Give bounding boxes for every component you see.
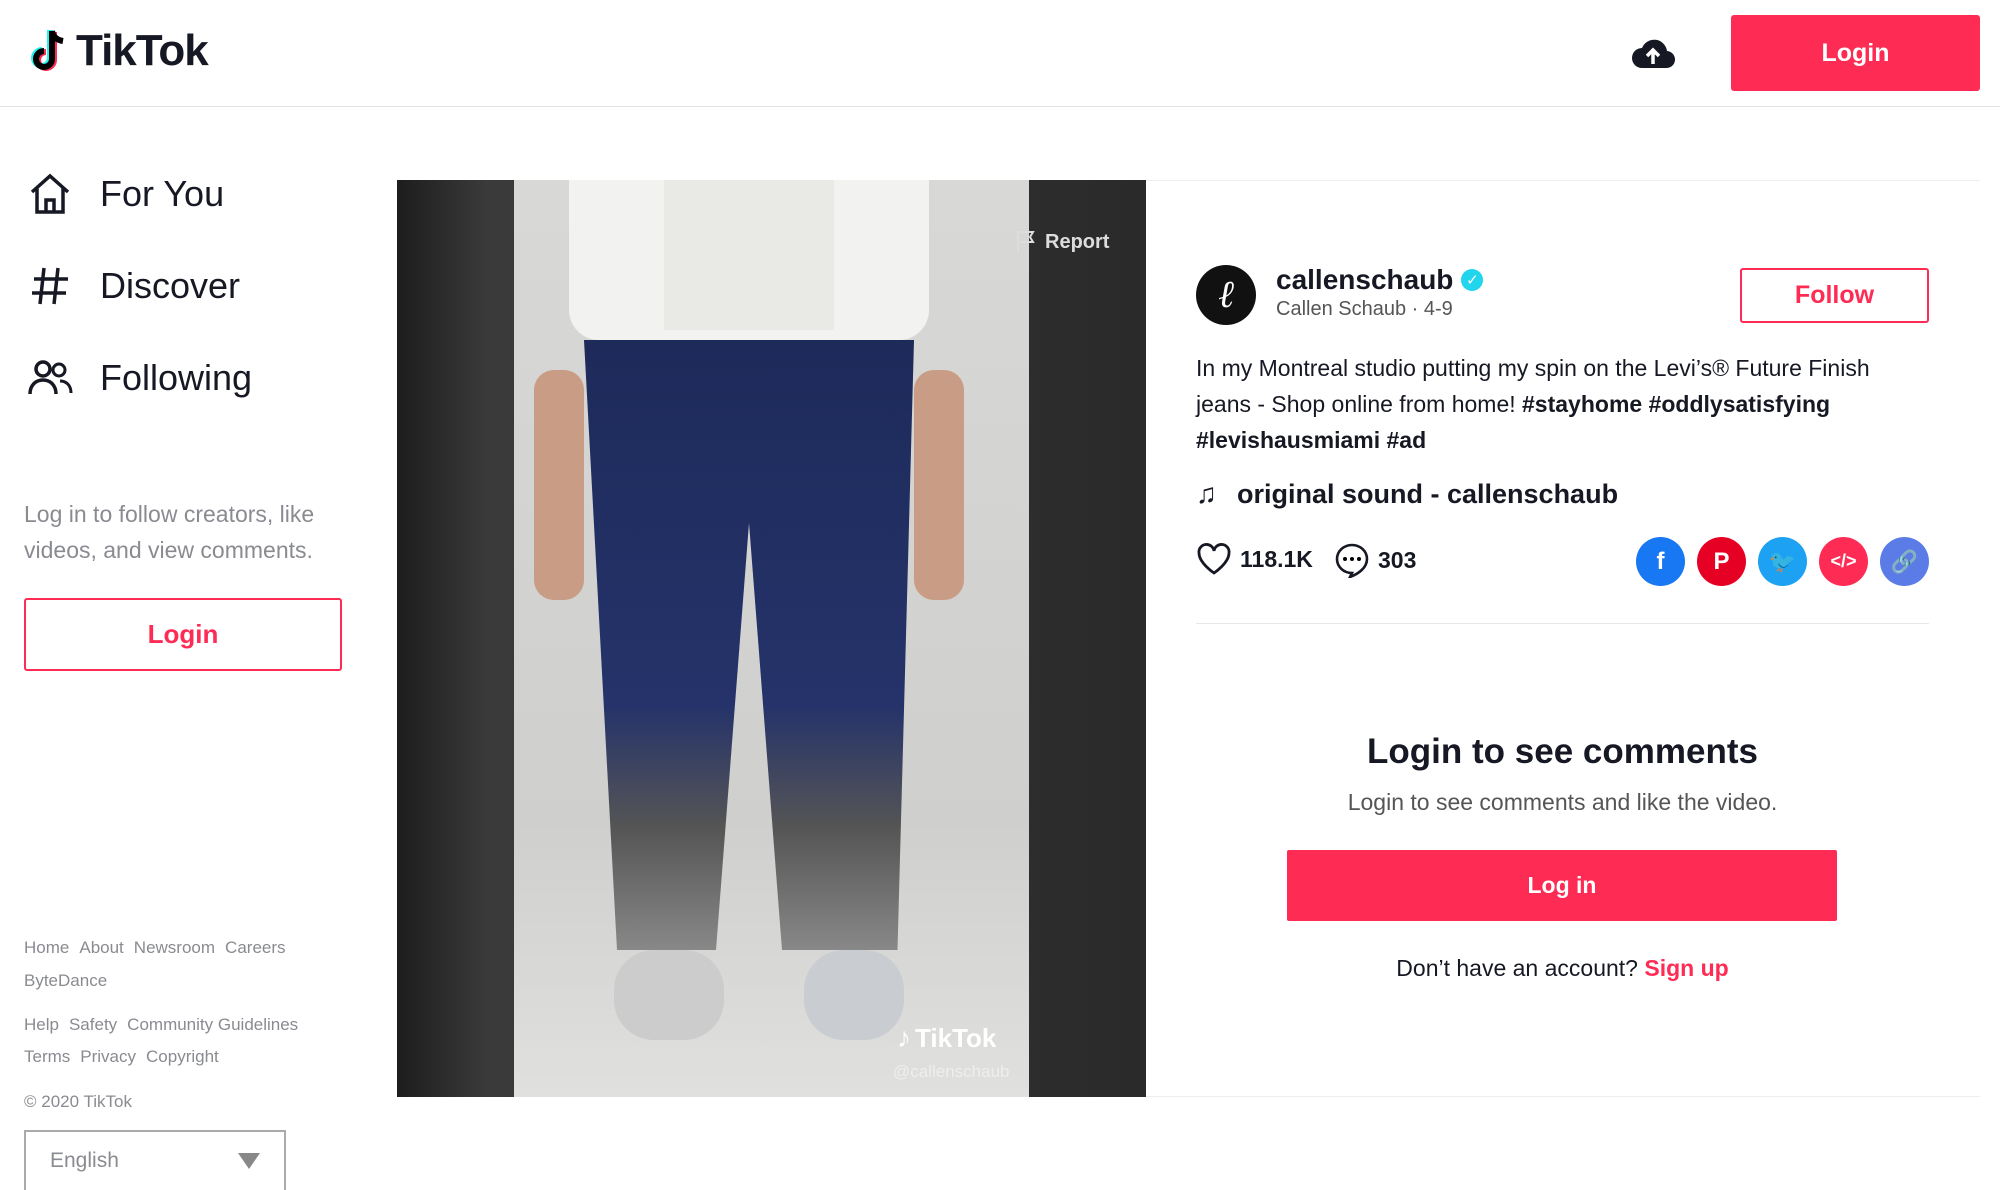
video-player[interactable]: Report ♪ TikTok @callenschaub [397, 180, 1146, 1097]
comment-button[interactable]: 303 [1334, 542, 1416, 578]
footer-link-terms[interactable]: Terms [24, 1047, 70, 1067]
login-prompt: Log in to follow creators, like videos, … [24, 501, 315, 563]
sound-row[interactable]: ♫ original sound - callenschaub [1196, 478, 1618, 510]
divider [1196, 623, 1929, 624]
report-label: Report [1045, 230, 1110, 253]
cloud-upload-icon[interactable] [1630, 34, 1676, 74]
signup-row: Don’t have an account? Sign up [1196, 955, 1929, 982]
nav-label: Following [100, 357, 253, 398]
left-shoe [614, 950, 724, 1040]
footer-link-privacy[interactable]: Privacy [80, 1047, 136, 1067]
right-arm [914, 370, 964, 600]
post-description: In my Montreal studio putting my spin on… [1196, 350, 1916, 458]
nav-label: Discover [100, 265, 241, 306]
tiktok-logo[interactable]: TikTok [30, 26, 209, 76]
header-login-button[interactable]: Login [1731, 15, 1980, 91]
footer-link-about[interactable]: About [79, 938, 123, 958]
footer-link-copyright[interactable]: Copyright [146, 1047, 219, 1067]
music-note-icon: ♫ [1196, 478, 1217, 509]
chevron-down-icon [238, 1153, 260, 1169]
twitter-icon[interactable]: 🐦 [1758, 537, 1807, 586]
tiktok-note-icon [31, 30, 64, 71]
comments-title: Login to see comments [1367, 732, 1758, 771]
verified-icon: ✓ [1461, 269, 1484, 291]
heart-icon [1197, 543, 1231, 575]
footer-row-3: Help Safety Community Guidelines [24, 1015, 298, 1035]
footer-row-4: Terms Privacy Copyright [24, 1047, 219, 1067]
left-arm [534, 370, 584, 600]
tiktok-note-icon: ♪ [897, 1022, 911, 1053]
footer-link-newsroom[interactable]: Newsroom [134, 938, 215, 958]
embed-icon[interactable]: </> [1819, 537, 1868, 586]
shirt [664, 180, 834, 330]
follow-button[interactable]: Follow [1740, 268, 1929, 323]
copyright: © 2020 TikTok [24, 1092, 132, 1111]
like-count: 118.1K [1240, 545, 1313, 572]
video-watermark: ♪ TikTok [897, 1022, 996, 1054]
pinterest-icon[interactable]: P [1697, 537, 1746, 586]
signup-link[interactable]: Sign up [1644, 955, 1728, 981]
watermark-text: TikTok [915, 1022, 997, 1053]
footer-link-help[interactable]: Help [24, 1015, 59, 1035]
video-frame [514, 180, 1029, 1097]
footer-link-bytedance[interactable]: ByteDance [24, 971, 107, 991]
nav-label: For You [100, 173, 225, 214]
like-button[interactable]: 118.1K [1196, 542, 1313, 576]
flag-icon [1017, 231, 1035, 253]
language-value: English [50, 1149, 119, 1172]
sound-title: original sound - callenschaub [1237, 478, 1619, 509]
sidebar-item-for-you[interactable]: For You [26, 170, 224, 218]
no-account-text: Don’t have an account? [1396, 955, 1638, 981]
comments-subtitle: Login to see comments and like the video… [1347, 789, 1778, 815]
sidebar-login-button[interactable]: Login [24, 598, 342, 671]
users-icon [28, 360, 73, 395]
username-row: callenschaub ✓ [1276, 264, 1484, 296]
footer-row-1: Home About Newsroom Careers [24, 938, 286, 958]
facebook-icon[interactable]: f [1636, 537, 1685, 586]
comment-icon [1335, 543, 1369, 578]
comments-login-button[interactable]: Log in [1287, 850, 1837, 921]
watermark-handle: @callenschaub [893, 1062, 1010, 1081]
sidebar-item-discover[interactable]: Discover [26, 262, 240, 310]
footer-link-community-guidelines[interactable]: Community Guidelines [127, 1015, 298, 1035]
username[interactable]: callenschaub [1276, 264, 1453, 296]
sidebar-item-following[interactable]: Following [26, 354, 252, 402]
link-icon[interactable]: 🔗 [1880, 537, 1929, 586]
logo-text: TikTok [76, 26, 209, 75]
right-shoe [804, 950, 904, 1040]
hashtag-icon [32, 267, 68, 305]
author-name-date: Callen Schaub · 4-9 [1276, 298, 1453, 320]
comment-count: 303 [1378, 546, 1417, 573]
home-icon [30, 173, 70, 214]
footer-link-safety[interactable]: Safety [69, 1015, 117, 1035]
avatar[interactable]: ℓ [1196, 265, 1256, 325]
top-bar: TikTok Login [0, 0, 2000, 107]
report-button[interactable]: Report [1015, 230, 1109, 254]
language-select[interactable]: English [24, 1130, 286, 1190]
footer-link-home[interactable]: Home [24, 938, 69, 958]
footer-link-careers[interactable]: Careers [225, 938, 285, 958]
jeans [584, 340, 914, 950]
